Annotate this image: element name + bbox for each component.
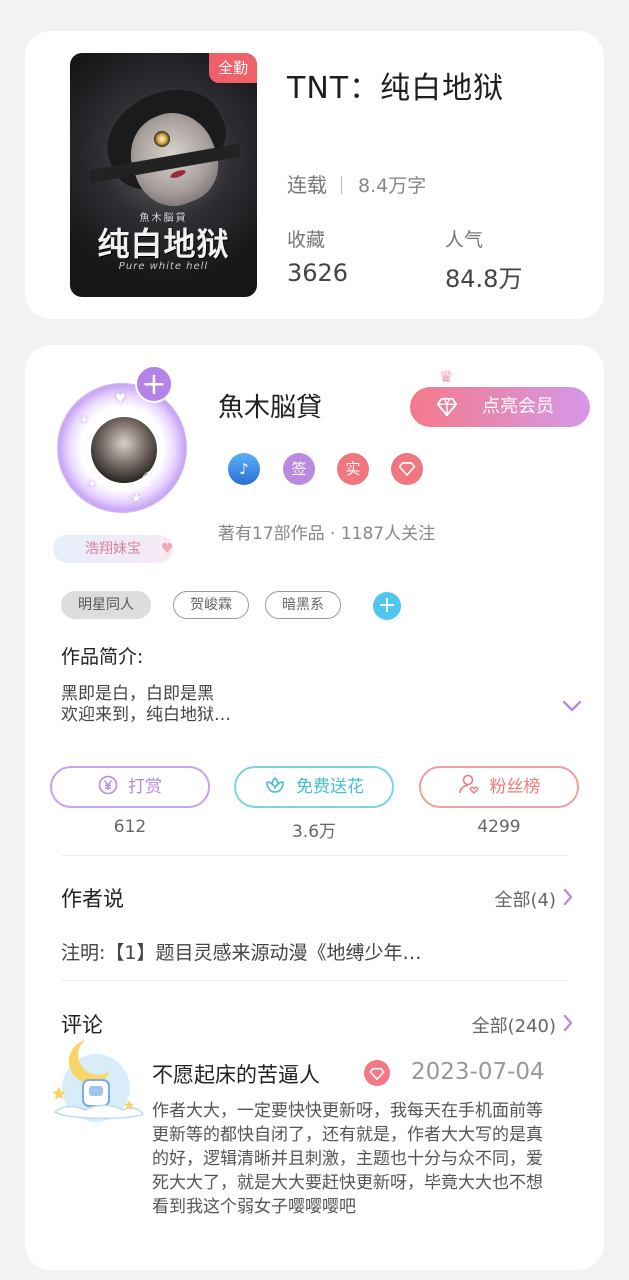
comment-body[interactable]: 作者大大，一定要快快更新呀，我每天在手机面前等更新等的都快自闭了，还有就是，作者… [152,1099,552,1219]
author-says-title: 作者说 [61,887,124,911]
chevron-down-icon[interactable] [561,699,583,713]
full-attendance-badge: 全勤 [208,53,257,83]
send-flower-label: 免费送花 [296,777,364,797]
author-works-count: 著有17部作品 · 1187人关注 [218,524,436,544]
send-flower-button[interactable]: 免费送花 [234,766,394,808]
commenter-name[interactable]: 不愿起床的苦逼人 [152,1059,320,1089]
chevron-right-icon[interactable] [562,1013,574,1033]
book-cover-image[interactable]: 魚木脳貸 纯白地狱 Pure white hell 全勤 [70,53,257,297]
moon-icon: ☾ [141,467,159,491]
divider [61,855,568,856]
fan-group-tag[interactable]: 浩翔妹宝 [53,535,173,563]
meta-divider [341,176,342,194]
comment-date: 2023-07-04 [411,1059,545,1085]
book-info-card: 魚木脳貸 纯白地狱 Pure white hell 全勤 TNT：纯白地狱 连载… [25,31,604,319]
add-tag-button[interactable]: + [373,592,401,620]
intro-text[interactable]: 黑即是白，白即是黑 欢迎来到，纯白地狱… [61,684,231,726]
popularity-value: 84.8万 [445,265,523,293]
serial-status: 连载 [287,173,327,197]
chevron-right-icon[interactable] [562,887,574,907]
tag-chip[interactable]: 贺峻霖 [173,591,249,619]
book-meta-row: 连载 8.4万字 [287,169,426,198]
popularity-label: 人气 [445,229,484,251]
fans-icon [458,774,478,794]
book-title: TNT：纯白地狱 [287,71,505,106]
cover-tear-effect [90,143,240,183]
author-says-all-link[interactable]: 全部(4) [495,886,557,912]
author-name[interactable]: 魚木脳貸 [218,387,322,424]
author-avatar-frame[interactable]: ☾ ✦ ✦ ★ ♥ [53,373,193,519]
fan-ranking-button[interactable]: 粉丝榜 [419,766,579,808]
intro-heading: 作品简介: [61,646,144,668]
fan-count: 4299 [477,817,521,837]
divider [61,980,568,981]
intro-line: 黑即是白，白即是黑 [61,684,214,704]
cover-glowing-eye [154,131,170,147]
diamond-badge-icon [364,1060,390,1086]
diamond-icon [436,397,458,417]
star-icon: ★ [131,491,142,505]
real-name-badge-icon[interactable]: 实 [337,453,369,485]
cover-english-title: Pure white hell [118,261,209,272]
vip-activate-button[interactable]: 点亮会员 [410,387,590,427]
intro-line: 欢迎来到，纯白地狱… [61,705,231,725]
sign-badge-icon[interactable]: 签 [283,453,315,485]
star-icon: ✦ [87,477,98,491]
tag-chip[interactable]: 明星同人 [61,591,151,619]
author-says-preview[interactable]: 注明:【1】题目灵感来源动漫《地缚少年… [61,938,422,965]
follow-plus-button[interactable]: + [135,365,173,403]
comments-all-link[interactable]: 全部(240) [472,1012,556,1038]
flower-count: 3.6万 [291,822,337,842]
collect-label: 收藏 [287,229,326,251]
yen-icon [98,775,118,795]
heart-icon: ♥ [115,391,126,405]
word-count: 8.4万字 [358,175,427,197]
fan-ranking-label: 粉丝榜 [489,777,541,797]
vip-button-label: 点亮会员 [482,396,554,417]
cover-title-text: 纯白地狱 [97,225,230,263]
collect-value: 3626 [287,259,349,287]
reward-button[interactable]: 打赏 [50,766,210,808]
reward-count: 612 [113,817,147,837]
star-icon: ✦ [79,413,90,427]
music-note-badge-icon[interactable]: ♪ [228,453,260,485]
flower-icon [266,777,284,793]
crown-icon: ♛ [439,367,454,386]
heart-icon: ♥ [161,541,174,557]
commenter-avatar[interactable] [45,1030,147,1132]
reward-label: 打赏 [128,777,162,797]
diamond-badge-icon[interactable] [391,453,423,485]
author-detail-card: ☾ ✦ ✦ ★ ♥ + 浩翔妹宝 ♥ 魚木脳貸 ♛ 点亮会员 ♪ 签 实 著有1… [25,345,604,1270]
tag-chip[interactable]: 暗黑系 [265,591,341,619]
